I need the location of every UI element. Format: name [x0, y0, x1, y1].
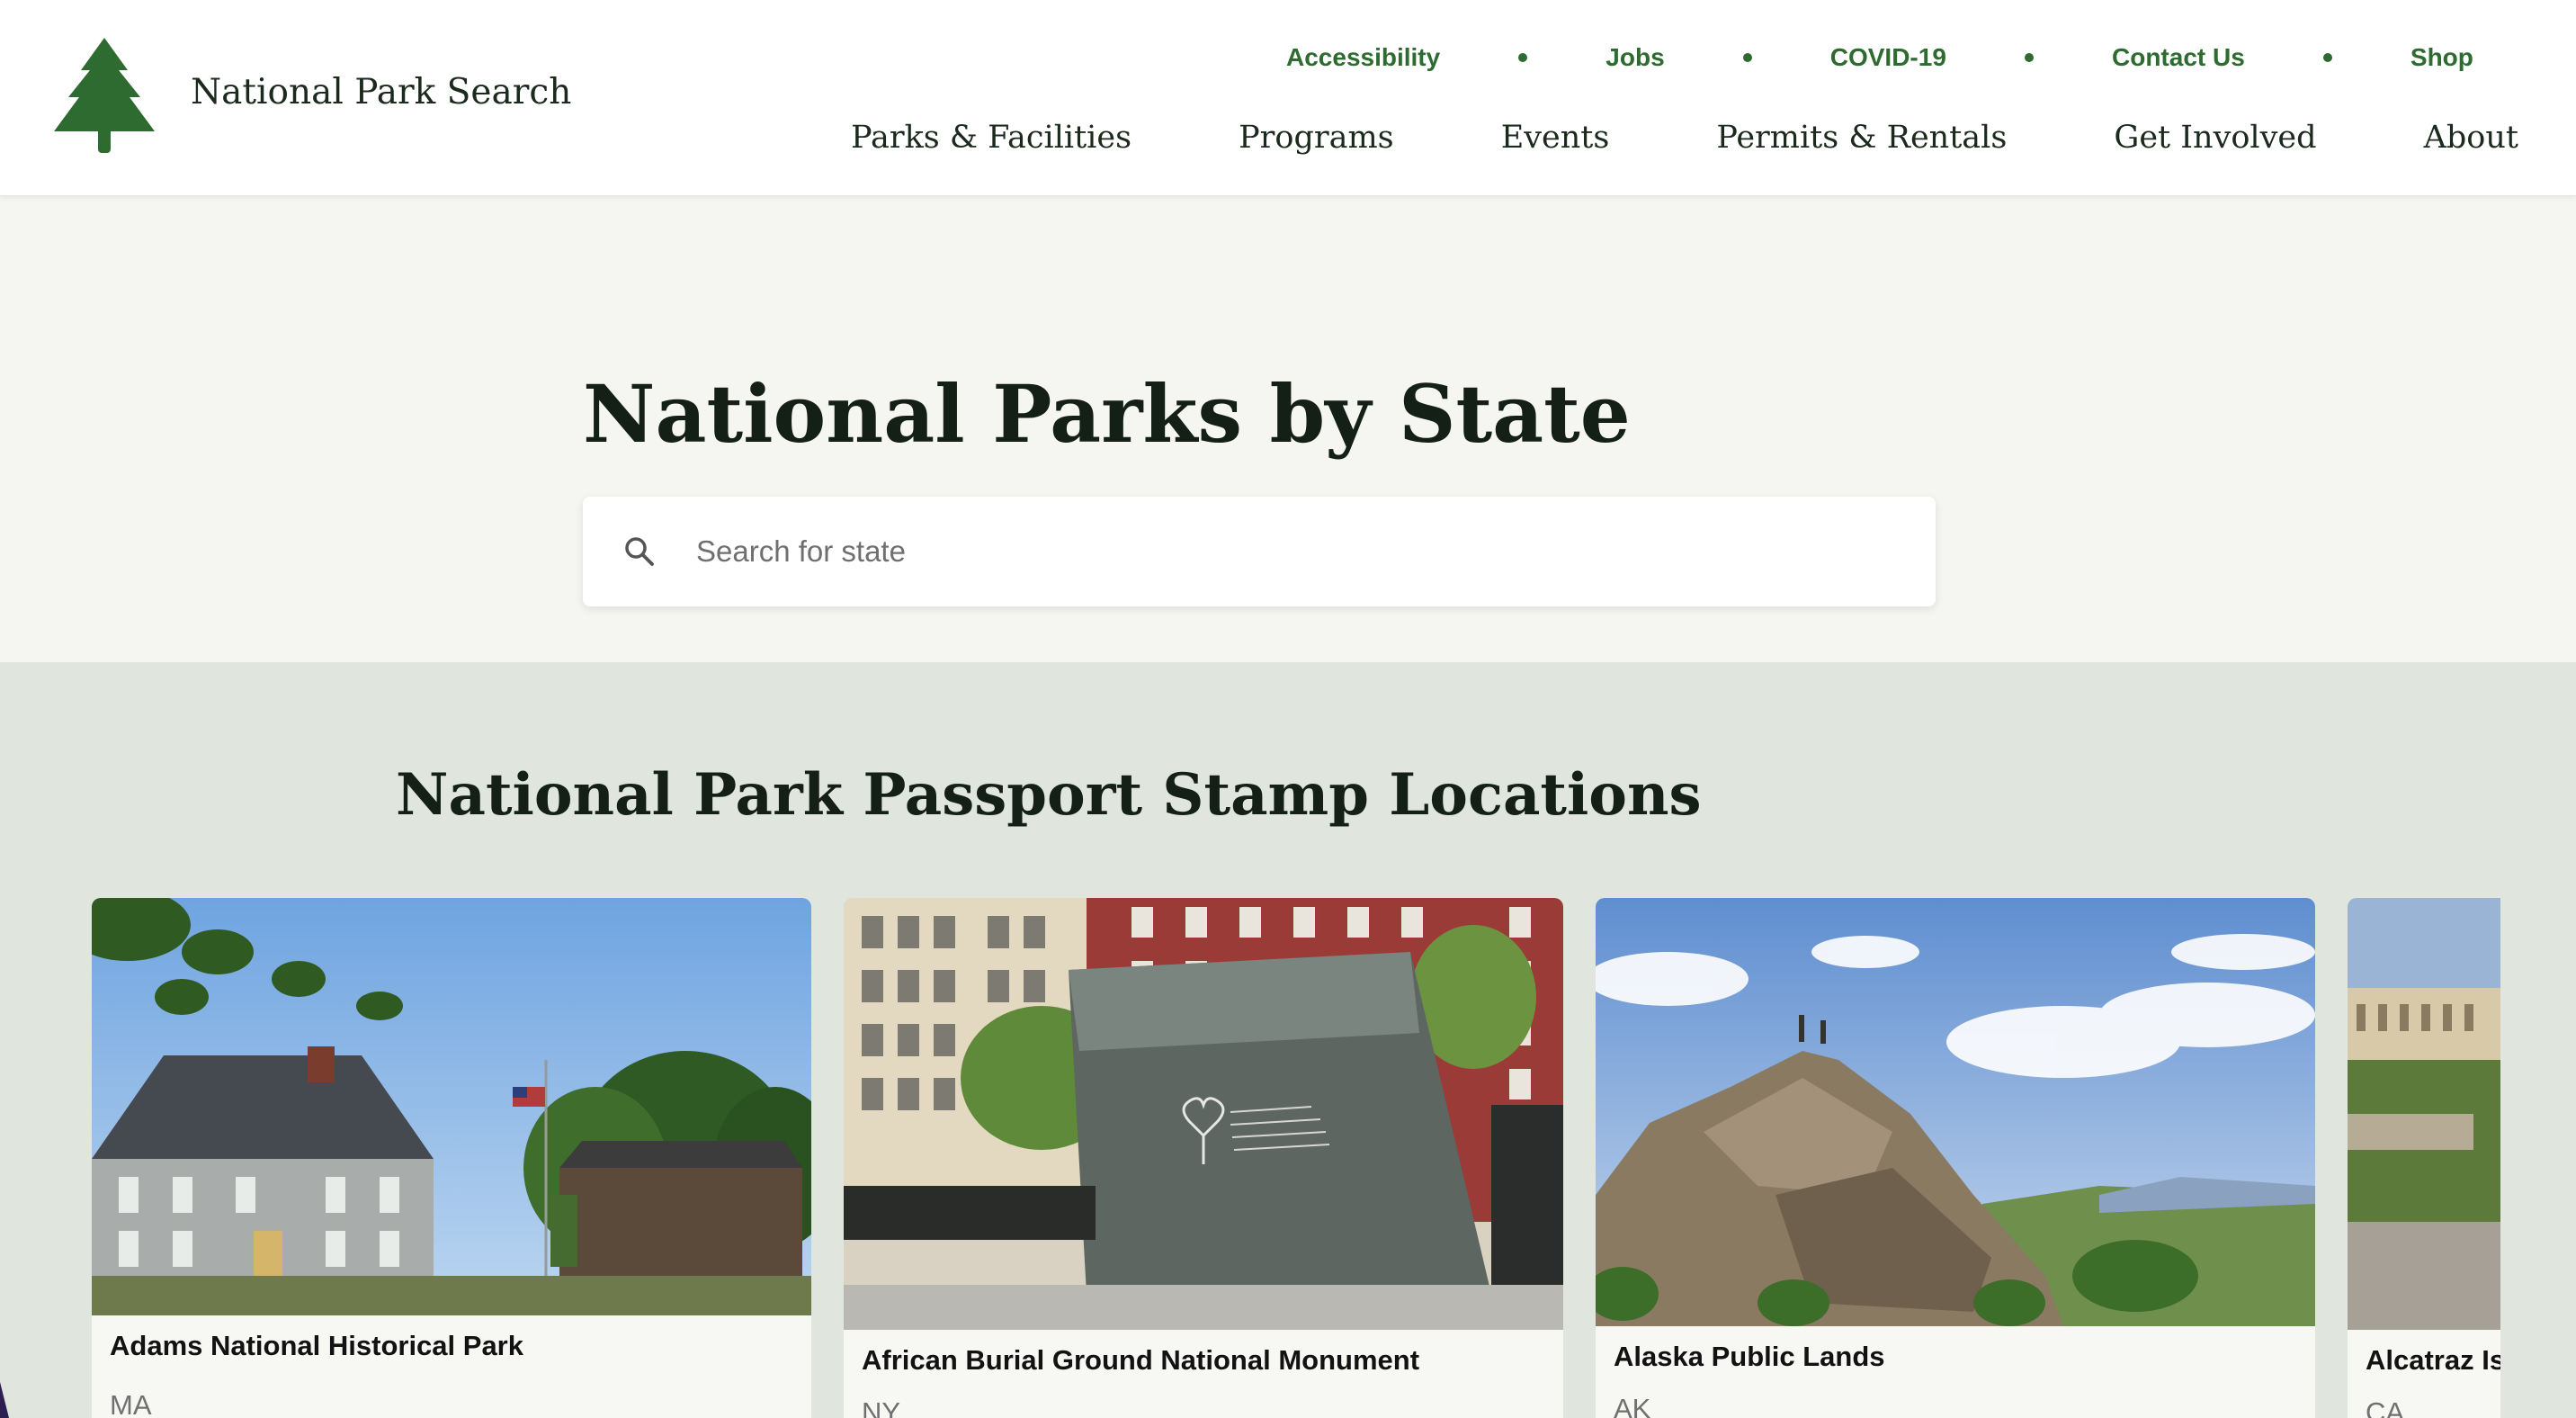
park-state: NY: [862, 1396, 901, 1418]
site-title[interactable]: National Park Search: [191, 72, 571, 112]
park-card-carousel[interactable]: Adams National Historical Park MA Africa…: [92, 898, 2500, 1418]
park-photo: [844, 898, 1563, 1330]
page-title: National Parks by State: [583, 367, 1631, 461]
park-name: Alcatraz Is: [2366, 1344, 2500, 1376]
park-photo: [92, 898, 811, 1315]
nav-events[interactable]: Events: [1501, 120, 1610, 156]
main-nav: Parks & Facilities Programs Events Permi…: [851, 115, 2518, 160]
park-card[interactable]: Adams National Historical Park MA: [92, 898, 811, 1418]
pine-tree-icon[interactable]: [52, 38, 157, 155]
park-card[interactable]: Alaska Public Lands AK: [1596, 898, 2315, 1418]
section-title: National Park Passport Stamp Locations: [396, 761, 1702, 829]
state-search-input[interactable]: [696, 520, 1901, 583]
park-state: AK: [1614, 1393, 1651, 1418]
nav-about[interactable]: About: [2424, 120, 2518, 156]
park-state: CA: [2366, 1396, 2405, 1418]
separator-dot: [1742, 53, 1752, 62]
nav-get-involved[interactable]: Get Involved: [2114, 120, 2316, 156]
nav-parks-facilities[interactable]: Parks & Facilities: [851, 120, 1131, 156]
nav-programs[interactable]: Programs: [1239, 120, 1394, 156]
util-link-jobs[interactable]: Jobs: [1606, 43, 1664, 72]
park-card[interactable]: Alcatraz Is CA: [2348, 898, 2500, 1418]
window-corner: [0, 1382, 9, 1418]
separator-dot: [1518, 53, 1528, 62]
hero-section: National Parks by State: [0, 196, 2576, 662]
util-link-accessibility[interactable]: Accessibility: [1286, 43, 1440, 72]
park-name: African Burial Ground National Monument: [862, 1344, 1420, 1376]
park-photo: [1596, 898, 2315, 1326]
park-state: MA: [110, 1389, 152, 1418]
park-photo: [2348, 898, 2500, 1330]
separator-dot: [2024, 53, 2034, 62]
separator-dot: [2322, 53, 2332, 62]
search-box: [583, 497, 1936, 606]
park-name: Adams National Historical Park: [110, 1330, 523, 1361]
util-link-shop[interactable]: Shop: [2411, 43, 2473, 72]
search-icon: [625, 537, 654, 566]
nav-permits-rentals[interactable]: Permits & Rentals: [1716, 120, 2007, 156]
util-link-covid[interactable]: COVID-19: [1830, 43, 1946, 72]
util-link-contact-us[interactable]: Contact Us: [2112, 43, 2245, 72]
park-card[interactable]: African Burial Ground National Monument …: [844, 898, 1563, 1418]
utility-nav: Accessibility Jobs COVID-19 Contact Us S…: [1286, 40, 2473, 76]
park-name: Alaska Public Lands: [1614, 1341, 1885, 1372]
stamp-locations-section: National Park Passport Stamp Locations A…: [0, 662, 2576, 1418]
site-header: National Park Search Accessibility Jobs …: [0, 0, 2576, 196]
